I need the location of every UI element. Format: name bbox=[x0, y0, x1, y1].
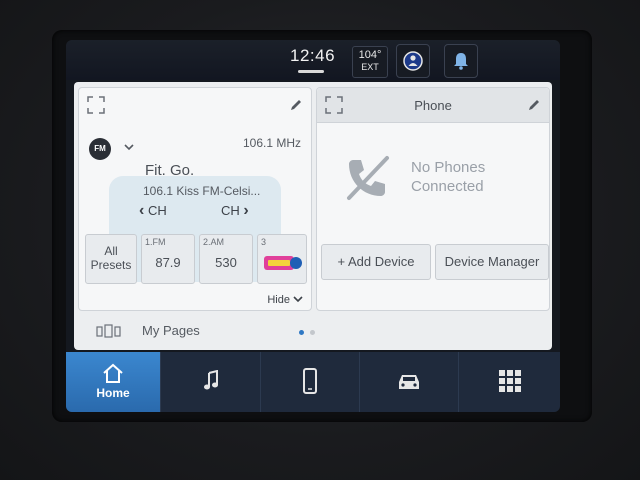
nav-apps-button[interactable] bbox=[459, 352, 560, 412]
bell-icon bbox=[454, 53, 468, 70]
channel-prev-button[interactable]: ‹ CH bbox=[139, 202, 167, 220]
notifications-button[interactable] bbox=[444, 44, 478, 78]
nav-media-button[interactable] bbox=[161, 352, 261, 412]
voice-assistant-button[interactable] bbox=[396, 44, 430, 78]
music-icon bbox=[203, 370, 218, 390]
add-device-button[interactable]: + Add Device bbox=[321, 244, 431, 280]
chevron-down-icon[interactable] bbox=[123, 142, 135, 152]
song-title: Fit. Go. bbox=[145, 162, 195, 179]
nav-phone-button[interactable] bbox=[261, 352, 360, 412]
car-icon bbox=[399, 375, 419, 389]
clock-indicator bbox=[298, 70, 324, 73]
no-phones-line2: Connected bbox=[411, 178, 484, 195]
my-pages-label: My Pages bbox=[142, 323, 200, 338]
bottom-nav: Home bbox=[66, 352, 560, 412]
no-phones-message: No Phones Connected bbox=[411, 158, 531, 196]
expand-icon[interactable] bbox=[87, 96, 105, 114]
phone-disconnected-icon bbox=[347, 156, 389, 200]
outside-temperature: 104° EXT bbox=[352, 46, 388, 78]
all-presets-button[interactable]: All Presets bbox=[85, 234, 137, 284]
home-content: FM 106.1 MHz Fit. Go. 106.1 Kiss FM-Cels… bbox=[74, 82, 552, 350]
all-presets-line2: Presets bbox=[90, 258, 132, 272]
no-phones-line1: No Phones bbox=[411, 159, 486, 176]
phone-header: Phone bbox=[317, 88, 549, 123]
preset-value: 87.9 bbox=[155, 255, 181, 270]
frequency: 106.1 MHz bbox=[242, 136, 301, 150]
home-icon bbox=[103, 363, 123, 383]
phone-title: Phone bbox=[414, 98, 452, 113]
chevron-left-icon: ‹ bbox=[139, 202, 145, 219]
preset-3-button[interactable]: 3 bbox=[257, 234, 307, 284]
temperature-label: EXT bbox=[361, 62, 379, 72]
person-circle-icon bbox=[403, 51, 423, 71]
edit-icon[interactable] bbox=[289, 98, 303, 112]
hide-button[interactable]: Hide bbox=[267, 294, 303, 306]
band-badge[interactable]: FM bbox=[89, 138, 111, 160]
preset-value: 530 bbox=[215, 255, 237, 270]
station-name: 106.1 Kiss FM-Celsi... bbox=[143, 184, 261, 198]
preset-2-button[interactable]: 2.AM 530 bbox=[199, 234, 253, 284]
radio-widget[interactable]: FM 106.1 MHz Fit. Go. 106.1 Kiss FM-Cels… bbox=[78, 87, 312, 311]
preset-number: 1.FM bbox=[145, 237, 166, 247]
page-indicator[interactable] bbox=[310, 330, 315, 335]
channel-next-button[interactable]: CH › bbox=[221, 202, 249, 220]
pages-icon bbox=[96, 324, 121, 338]
clock[interactable]: 12:46 bbox=[290, 46, 335, 66]
page-indicator-active[interactable] bbox=[299, 330, 304, 335]
all-presets-line1: All bbox=[104, 244, 118, 258]
preset-1-button[interactable]: 1.FM 87.9 bbox=[141, 234, 195, 284]
temperature-value: 104° bbox=[358, 49, 382, 61]
nav-home-button[interactable]: Home bbox=[66, 352, 161, 412]
nav-vehicle-button[interactable] bbox=[360, 352, 459, 412]
channel-next-label: CH bbox=[221, 203, 240, 218]
channel-prev-label: CH bbox=[147, 203, 167, 218]
nav-home-label: Home bbox=[96, 386, 130, 400]
edit-icon[interactable] bbox=[527, 98, 541, 112]
infotainment-screen: 12:46 104° EXT FM 106.1 MHz Fit. Go. 106… bbox=[66, 40, 560, 412]
chevron-down-icon bbox=[293, 296, 303, 303]
station-logo-icon bbox=[264, 256, 302, 270]
phone-icon bbox=[303, 368, 317, 394]
device-manager-button[interactable]: Device Manager bbox=[435, 244, 549, 280]
chevron-right-icon: › bbox=[243, 202, 249, 219]
apps-grid-icon bbox=[498, 370, 521, 392]
phone-widget[interactable]: Phone No Phones Connected + Add Device D… bbox=[316, 87, 550, 311]
preset-number: 3 bbox=[261, 237, 267, 247]
preset-number: 2.AM bbox=[203, 237, 225, 247]
hide-label: Hide bbox=[267, 294, 290, 306]
status-bar: 12:46 104° EXT bbox=[66, 40, 560, 80]
my-pages-bar[interactable]: My Pages bbox=[74, 314, 552, 348]
